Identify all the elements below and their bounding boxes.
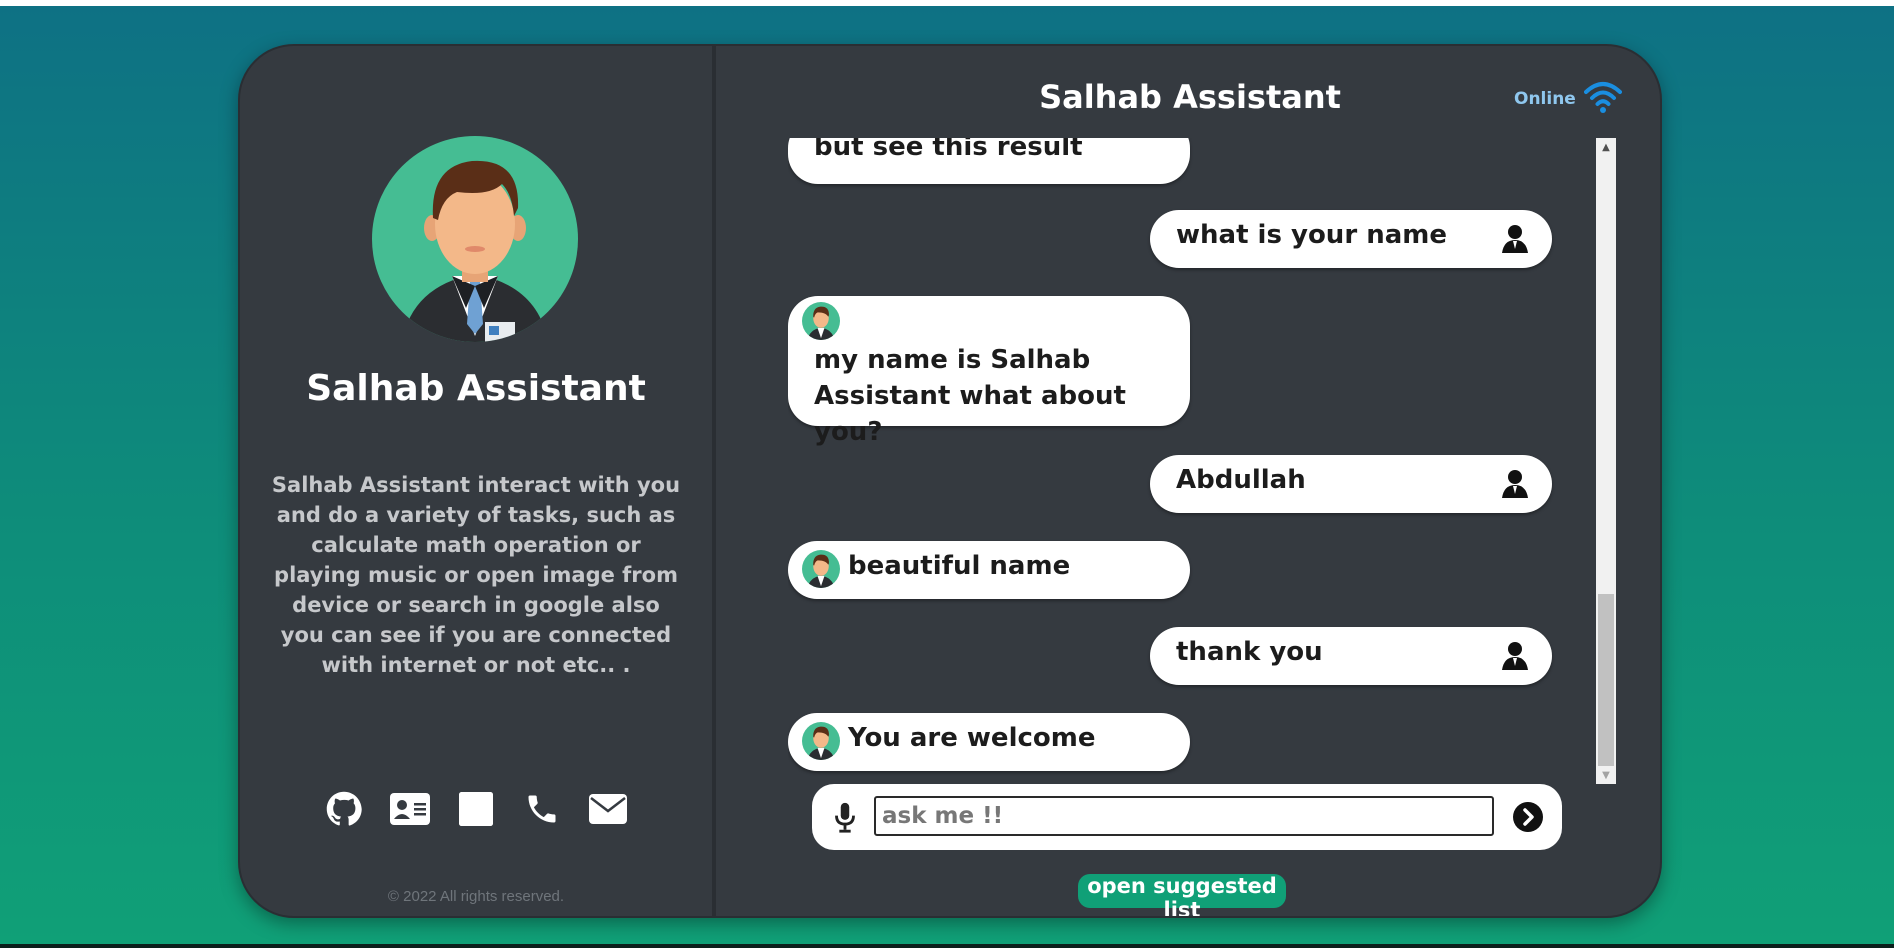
user-icon <box>1500 223 1530 253</box>
linkedin-icon[interactable] <box>455 788 497 830</box>
user-message: what is your name <box>1150 210 1552 268</box>
user-icon <box>1500 640 1530 670</box>
message-text: my name is Salhab Assistant what about y… <box>814 345 1126 447</box>
bot-message: my name is Salhab Assistant what about y… <box>788 296 1190 447</box>
id-card-icon[interactable] <box>389 788 431 830</box>
wifi-icon <box>1583 80 1622 118</box>
chat-input-bar <box>812 784 1562 850</box>
bot-message: beautiful name <box>788 541 1190 599</box>
message-text: You are welcome <box>848 723 1096 753</box>
send-arrow-icon[interactable] <box>1512 801 1544 833</box>
user-message: thank you <box>1150 627 1552 685</box>
microphone-icon[interactable] <box>828 800 862 834</box>
chat-messages[interactable]: but see this result what is your name my… <box>788 138 1610 784</box>
phone-icon[interactable] <box>521 788 563 830</box>
ask-input[interactable] <box>874 796 1494 836</box>
connection-status: Online <box>1514 80 1622 118</box>
assistant-name: Salhab Assistant <box>306 368 646 409</box>
assistant-description: Salhab Assistant interact with you and d… <box>271 473 681 677</box>
envelope-icon[interactable] <box>587 788 629 830</box>
scroll-up-arrow-icon[interactable]: ▲ <box>1596 138 1616 156</box>
open-suggested-list-button[interactable]: open suggested list <box>1078 874 1286 916</box>
scroll-thumb[interactable] <box>1598 594 1614 766</box>
assistant-avatar <box>372 136 578 342</box>
message-text: beautiful name <box>848 551 1071 581</box>
bottom-strip <box>0 944 1894 948</box>
bot-message: You are welcome <box>788 713 1190 771</box>
social-links <box>240 788 712 830</box>
chat-scrollbar[interactable]: ▲ ▼ <box>1596 138 1616 784</box>
bot-avatar <box>802 550 840 588</box>
panel-divider <box>712 46 716 916</box>
scroll-down-arrow-icon[interactable]: ▼ <box>1596 766 1616 784</box>
message-text: what is your name <box>1176 220 1447 250</box>
bot-avatar <box>802 302 840 340</box>
github-icon[interactable] <box>323 788 365 830</box>
user-icon <box>1500 468 1530 498</box>
bot-message: but see this result <box>788 138 1190 184</box>
copyright: © 2022 All rights reserved. <box>387 888 565 905</box>
message-text: but see this result <box>814 138 1083 162</box>
message-text: thank you <box>1176 637 1323 667</box>
assistant-card: Salhab Assistant Salhab Assistant intera… <box>238 44 1662 918</box>
user-message: Abdullah <box>1150 455 1552 513</box>
bot-avatar <box>802 722 840 760</box>
status-text: Online <box>1514 89 1576 109</box>
message-text: Abdullah <box>1176 465 1306 495</box>
